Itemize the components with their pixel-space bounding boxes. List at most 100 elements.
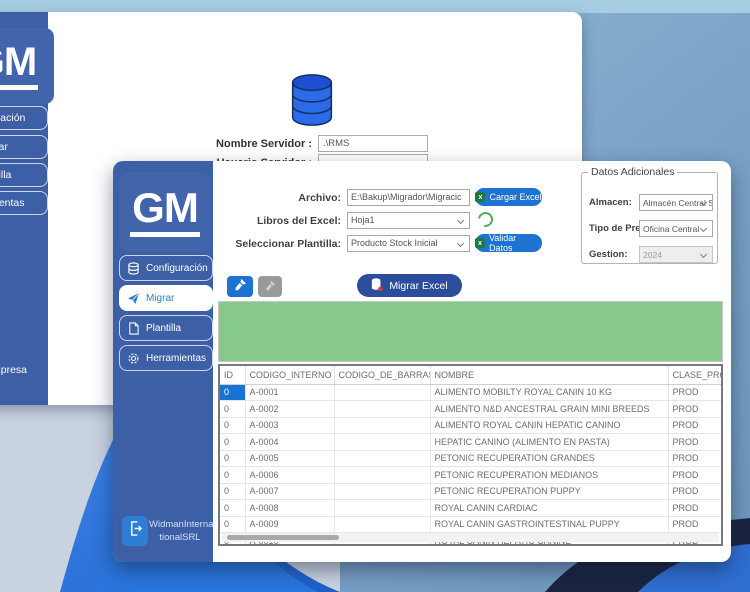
table-cell[interactable]: PROD: [668, 516, 721, 533]
scrollbar-thumb[interactable]: [227, 535, 339, 540]
broom-icon: [234, 278, 247, 296]
libros-select[interactable]: Hoja1: [347, 212, 470, 229]
server-name-input[interactable]: .\RMS: [318, 135, 428, 152]
table-row: 0 A-0001 ALIMENTO MOBILTY ROYAL CANIN 10 K…: [220, 384, 721, 401]
table-cell[interactable]: A-0001: [245, 384, 335, 401]
gestion-label: Gestion:: [589, 249, 628, 260]
table-cell[interactable]: A-0004: [245, 433, 335, 451]
horizontal-scrollbar[interactable]: [222, 533, 719, 542]
server-name-label: Nombre Servidor :: [216, 138, 312, 150]
table-cell[interactable]: 0: [220, 450, 246, 467]
table-cell[interactable]: 0: [220, 516, 246, 533]
table-cell[interactable]: PETONIC RECUPERATION MEDIANOS: [430, 466, 669, 484]
table-cell[interactable]: [334, 433, 431, 451]
database-migrate-icon: [371, 277, 383, 295]
table-cell[interactable]: A-0006: [245, 466, 335, 484]
table-cell[interactable]: 0: [220, 466, 246, 484]
sidebar-item-plantilla[interactable]: Plantilla: [119, 315, 213, 341]
front-app-logo: GM: [119, 172, 211, 252]
table-cell[interactable]: PROD: [668, 499, 721, 517]
table-cell[interactable]: [334, 400, 431, 418]
plantilla-value: Producto Stock Inicial: [351, 238, 438, 248]
refresh-icon[interactable]: [475, 209, 496, 230]
back-sidebar-item-configuracion[interactable]: Configuración: [0, 106, 48, 130]
migrar-excel-label: Migrar Excel: [389, 279, 448, 292]
logout-button[interactable]: [122, 516, 148, 546]
table-cell[interactable]: [334, 466, 431, 484]
table-cell[interactable]: PROD: [668, 400, 721, 418]
table-cell[interactable]: A-0009: [245, 516, 335, 533]
table-cell[interactable]: A-0007: [245, 483, 335, 500]
sidebar-item-label: Migrar: [0, 141, 8, 153]
sidebar-item-configuracion[interactable]: Configuración: [119, 255, 213, 281]
table-cell[interactable]: [334, 499, 431, 517]
back-sidebar-item-herramientas[interactable]: Herramientas: [0, 191, 48, 215]
column-header[interactable]: ID: [220, 366, 246, 385]
table-cell[interactable]: ALIMENTO N&D ANCESTRAL GRAIN MINI BREEDS: [430, 400, 669, 418]
table-cell[interactable]: ALIMENTO ROYAL CANIN HEPATIC CANINO: [430, 417, 669, 434]
table-cell[interactable]: A-0005: [245, 450, 335, 467]
gear-icon: [127, 352, 140, 365]
migrar-excel-button[interactable]: Migrar Excel: [357, 274, 462, 297]
broom-icon: [265, 278, 276, 296]
table-row: 0 A-0007 PETONIC RECUPERATION PUPPY PROD: [220, 483, 721, 500]
table-cell[interactable]: HEPATIC CANINO (ALIMENTO EN PASTA): [430, 433, 669, 451]
table-cell[interactable]: PROD: [668, 433, 721, 451]
cargar-excel-button[interactable]: x Cargar Excel: [475, 188, 542, 206]
archivo-label: Archivo:: [298, 192, 341, 204]
table-cell[interactable]: A-0002: [245, 400, 335, 418]
table-row: 0 A-0004 HEPATIC CANINO (ALIMENTO EN PASTA…: [220, 433, 721, 451]
tipo-precio-select[interactable]: Oficina Central: [639, 220, 713, 237]
plantilla-select[interactable]: Producto Stock Inicial: [347, 235, 470, 252]
table-cell[interactable]: ROYAL CANIN GASTROINTESTINAL PUPPY: [430, 516, 669, 533]
table-cell[interactable]: 0: [220, 384, 246, 401]
table-row: 0 A-0005 PETONIC RECUPERATION GRANDES PROD: [220, 450, 721, 467]
table-cell[interactable]: A-0003: [245, 417, 335, 434]
back-sidebar-item-migrar[interactable]: Migrar: [0, 135, 48, 159]
results-table-container: ID CODIGO_INTERNO CODIGO_DE_BARRAS NOMBRE CL…: [218, 364, 723, 546]
libros-label: Libros del Excel:: [256, 215, 341, 227]
table-cell[interactable]: ROYAL CANIN CARDIAC: [430, 499, 669, 517]
gm-logo-text: GM: [0, 42, 39, 90]
excel-icon: x: [475, 192, 486, 202]
table-cell[interactable]: PROD: [668, 450, 721, 467]
datos-adicionales-group: Datos Adicionales Almacen: Almacén Centr…: [581, 166, 718, 264]
table-cell[interactable]: PETONIC RECUPERATION GRANDES: [430, 450, 669, 467]
table-cell[interactable]: PROD: [668, 384, 721, 401]
sidebar-item-label: Migrar: [146, 292, 175, 304]
table-cell[interactable]: PETONIC RECUPERATION PUPPY: [430, 483, 669, 500]
table-cell[interactable]: 0: [220, 499, 246, 517]
table-cell[interactable]: [334, 384, 431, 401]
table-cell[interactable]: 0: [220, 483, 246, 500]
validar-datos-button[interactable]: x Validar Datos: [475, 233, 542, 253]
table-cell[interactable]: 0: [220, 417, 246, 434]
back-app-logo: GM: [0, 28, 54, 104]
table-cell[interactable]: 0: [220, 433, 246, 451]
table-cell[interactable]: [334, 483, 431, 500]
almacen-select[interactable]: Almacén Central S: [639, 194, 713, 211]
table-row: 0 A-0009 ROYAL CANIN GASTROINTESTINAL PUPP…: [220, 516, 721, 533]
table-cell[interactable]: PROD: [668, 483, 721, 500]
archivo-input[interactable]: E:\Bakup\Migrador\Migracic: [347, 189, 470, 206]
sidebar-item-label: Herramientas: [146, 352, 207, 364]
table-cell[interactable]: PROD: [668, 417, 721, 434]
plantilla-label: Seleccionar Plantilla:: [235, 238, 341, 250]
clean-button[interactable]: [227, 276, 253, 297]
gm-logo-text: GM: [130, 187, 200, 237]
column-header[interactable]: NOMBRE: [430, 366, 669, 385]
table-cell[interactable]: ALIMENTO MOBILTY ROYAL CANIN 10 KG: [430, 384, 669, 401]
tipo-precio-value: Oficina Central: [643, 223, 700, 234]
column-header[interactable]: CLASE_PROD: [668, 366, 721, 385]
table-cell[interactable]: 0: [220, 400, 246, 418]
sidebar-item-migrar[interactable]: Migrar: [119, 285, 213, 311]
table-cell[interactable]: [334, 516, 431, 533]
table-cell[interactable]: A-0008: [245, 499, 335, 517]
table-cell[interactable]: [334, 417, 431, 434]
column-header[interactable]: CODIGO_INTERNO: [245, 366, 335, 385]
table-cell[interactable]: [334, 450, 431, 467]
sidebar-item-herramientas[interactable]: Herramientas: [119, 345, 213, 371]
gestion-value: 2024: [643, 249, 662, 260]
back-sidebar-item-plantilla[interactable]: Plantilla: [0, 163, 48, 187]
column-header[interactable]: CODIGO_DE_BARRAS: [334, 366, 431, 385]
table-cell[interactable]: PROD: [668, 466, 721, 484]
